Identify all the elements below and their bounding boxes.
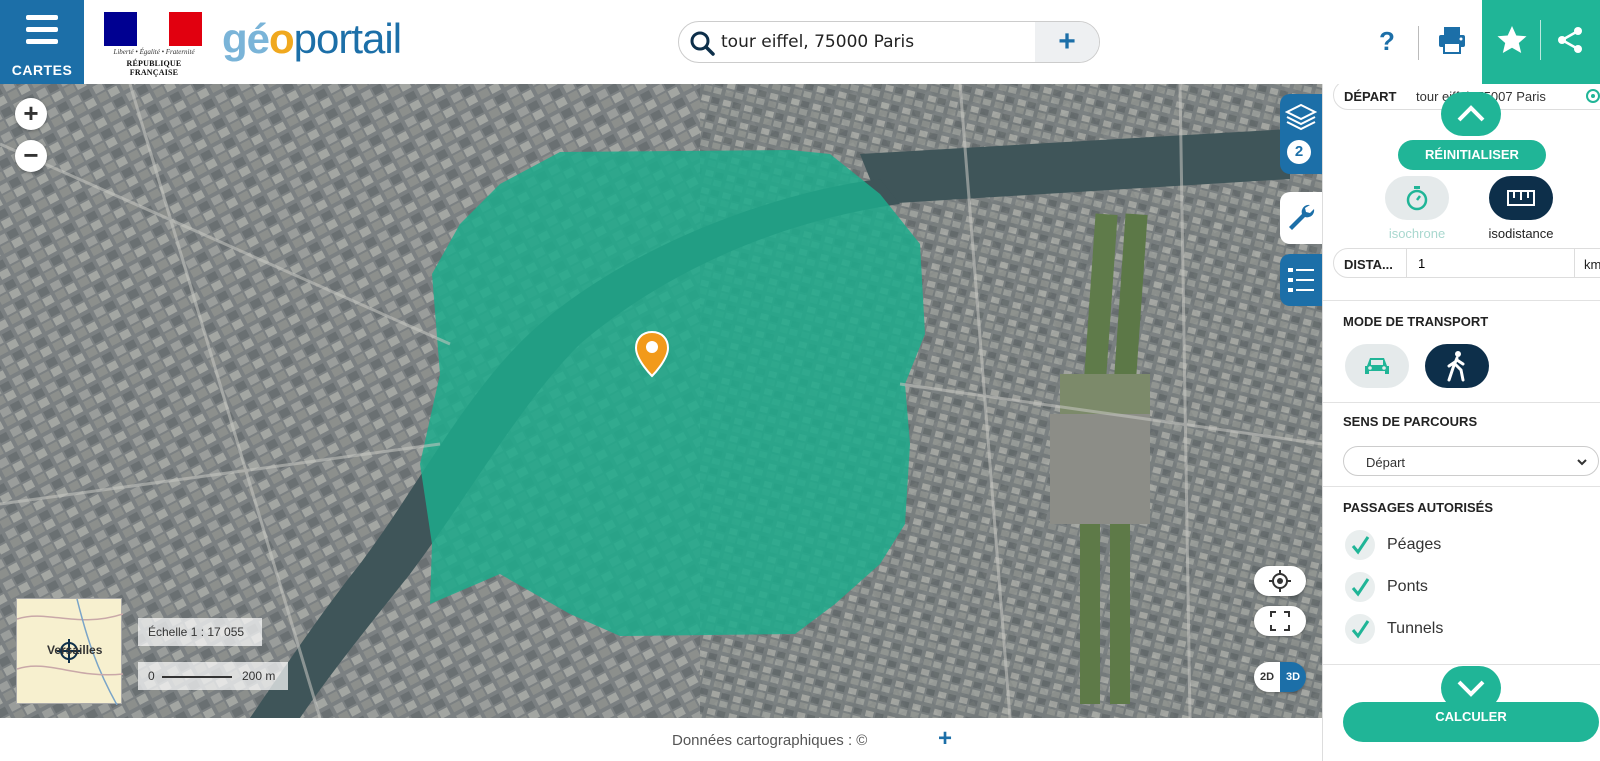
fullscreen-icon <box>1270 611 1290 631</box>
locate-icon <box>1269 570 1291 592</box>
toggle-2d[interactable]: 2D <box>1254 662 1280 692</box>
isochrone-panel: DÉPART tour eiffel, 75007 Paris RÉINITIA… <box>1322 84 1600 761</box>
map-credit: Données cartographiques : © <box>672 732 868 749</box>
passage-label: Tunnels <box>1387 620 1444 637</box>
isodistance-mode-button[interactable] <box>1489 176 1553 220</box>
distance-label: DISTA... <box>1344 257 1393 272</box>
favorites-share-bar <box>1482 0 1600 84</box>
credit-expand-button[interactable]: + <box>938 725 952 753</box>
menu-icon <box>26 15 58 51</box>
scale-distance: 200 m <box>242 669 276 683</box>
print-icon[interactable] <box>1436 24 1468 56</box>
brand-part-2: o <box>269 15 295 62</box>
share-icon[interactable] <box>1554 24 1586 56</box>
map-view[interactable]: + − 2 2D 3D Versailles Échelle 1: 17 05… <box>0 84 1322 718</box>
brand-part-3: portail <box>293 15 402 62</box>
plus-icon: + <box>1058 25 1076 58</box>
check-icon <box>1345 530 1375 560</box>
sens-title: SENS DE PARCOURS <box>1343 414 1478 429</box>
layers-button[interactable]: 2 <box>1280 94 1322 174</box>
map-marker-icon[interactable] <box>634 330 670 378</box>
locate-icon[interactable] <box>1584 87 1600 105</box>
passage-tunnels-checkbox[interactable]: Tunnels <box>1345 614 1505 644</box>
reset-button[interactable]: RÉINITIALISER <box>1398 140 1546 170</box>
distance-separator <box>1406 249 1407 277</box>
stopwatch-icon <box>1406 186 1428 211</box>
walk-mode-button[interactable] <box>1425 344 1489 388</box>
legend-list-button[interactable] <box>1280 254 1322 306</box>
section-divider <box>1323 300 1600 301</box>
chevron-down-icon <box>1457 680 1485 697</box>
sens-value: Départ <box>1366 455 1406 470</box>
overview-map[interactable]: Versailles <box>16 598 123 705</box>
help-button[interactable]: ? <box>1375 26 1399 58</box>
search-input[interactable] <box>721 28 1021 56</box>
layers-icon <box>1285 103 1317 131</box>
passage-label: Péages <box>1387 536 1442 553</box>
passage-label: Ponts <box>1387 578 1428 595</box>
zoom-in-button[interactable]: + <box>15 98 47 130</box>
republic-name: RÉPUBLIQUE FRANÇAISE <box>126 59 182 77</box>
star-icon[interactable] <box>1496 24 1528 56</box>
unit-separator <box>1574 249 1575 277</box>
fav-separator <box>1540 20 1541 60</box>
marianne-flag <box>104 12 203 46</box>
header-separator <box>1418 26 1419 60</box>
list-icon <box>1288 268 1314 292</box>
overview-label: Versailles <box>47 643 103 657</box>
geolocate-button[interactable] <box>1254 566 1306 596</box>
menu-label: CARTES <box>11 62 73 78</box>
footer: Données cartographiques : © + <box>0 718 1322 761</box>
fullscreen-button[interactable] <box>1254 606 1306 636</box>
transport-title: MODE DE TRANSPORT <box>1343 314 1489 329</box>
distance-unit: km <box>1584 257 1600 272</box>
isochrone-label: isochrone <box>1388 226 1446 241</box>
sens-select[interactable]: Départ <box>1343 446 1599 476</box>
scale-text: Échelle 1 : 17 055 <box>138 618 262 646</box>
passage-ponts-checkbox[interactable]: Ponts <box>1345 572 1505 602</box>
brand-part-1: gé <box>222 15 270 62</box>
car-icon <box>1365 358 1389 374</box>
tools-button[interactable] <box>1280 192 1322 244</box>
isochrone-area <box>420 150 925 636</box>
geoportail-logo[interactable]: géoportail <box>222 14 402 64</box>
scale-zero: 0 <box>148 669 155 683</box>
search-icon[interactable] <box>689 30 715 56</box>
advanced-search-button[interactable]: + <box>1035 22 1099 62</box>
isochrone-mode-button[interactable] <box>1385 176 1449 220</box>
distance-input[interactable] <box>1418 254 1558 272</box>
help-icon: ? <box>1379 26 1395 56</box>
check-icon <box>1345 614 1375 644</box>
search-bar: + <box>678 21 1100 63</box>
depart-label: DÉPART <box>1344 89 1397 104</box>
2d-3d-toggle[interactable]: 2D 3D <box>1254 662 1306 692</box>
republique-francaise-logo: Liberté • Égalité • Fraternité RÉPUBLIQU… <box>104 12 204 77</box>
check-icon <box>1345 572 1375 602</box>
section-divider <box>1323 664 1600 665</box>
republic-motto: Liberté • Égalité • Fraternité <box>113 48 195 56</box>
section-divider <box>1323 486 1600 487</box>
cartes-menu-button[interactable]: CARTES <box>0 0 84 84</box>
section-divider <box>1323 402 1600 403</box>
wrench-icon <box>1289 204 1315 230</box>
header: CARTES Liberté • Égalité • Fraternité RÉ… <box>0 0 1600 84</box>
chevron-up-icon <box>1457 105 1485 122</box>
scale-bar: 0 200 m <box>138 662 288 690</box>
car-mode-button[interactable] <box>1345 344 1409 388</box>
passages-title: PASSAGES AUTORISÉS <box>1343 500 1494 515</box>
layers-count-badge: 2 <box>1287 140 1311 164</box>
scale-line <box>162 676 232 678</box>
zoom-out-button[interactable]: − <box>15 140 47 172</box>
chevron-down-icon <box>1577 459 1587 466</box>
scroll-up-button[interactable] <box>1441 92 1501 136</box>
ruler-icon <box>1507 190 1535 206</box>
passage-peages-checkbox[interactable]: Péages <box>1345 530 1505 560</box>
scroll-down-button[interactable] <box>1441 666 1501 710</box>
walk-icon <box>1447 351 1465 382</box>
isodistance-label: isodistance <box>1488 226 1554 241</box>
distance-field: DISTA... km <box>1333 248 1600 278</box>
